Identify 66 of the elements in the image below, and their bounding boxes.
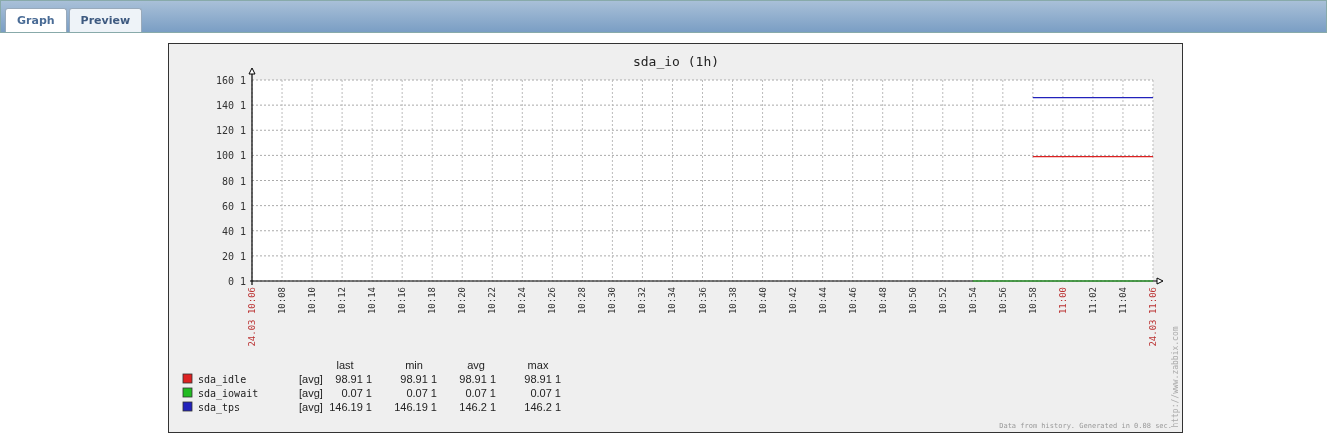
x-tick-label: 10:46 — [847, 287, 858, 315]
x-tick-label: 10:54 — [967, 287, 978, 315]
legend-name: sda_tps — [198, 402, 241, 413]
x-tick-label: 10:50 — [907, 287, 918, 315]
legend-value: 146.19 1 — [394, 401, 437, 413]
x-tick-label: 11:00 — [1057, 287, 1068, 315]
x-tick-label: 10:16 — [397, 287, 408, 315]
x-tick-label: 10:12 — [337, 287, 348, 315]
legend-value: 98.91 1 — [459, 373, 496, 385]
x-tick-label: 24.03 10:06 — [247, 287, 257, 347]
legend-header: max — [527, 359, 549, 371]
x-tick-label: 11:02 — [1087, 287, 1098, 315]
y-tick-label: 160 1 — [215, 75, 246, 86]
legend-value: 146.19 1 — [329, 401, 372, 413]
y-tick-label: 140 1 — [215, 100, 246, 112]
x-tick-label: 10:44 — [817, 287, 828, 315]
x-tick-label: 10:38 — [727, 287, 738, 315]
legend-header: last — [336, 359, 354, 371]
y-tick-label: 80 1 — [221, 175, 246, 187]
x-tick-label: 10:18 — [427, 287, 438, 315]
x-tick-label: 10:52 — [937, 287, 948, 315]
legend-value: 146.2 1 — [524, 401, 561, 413]
x-tick-label: 10:14 — [367, 287, 378, 315]
legend-function: [avg] — [299, 373, 323, 385]
tab[interactable]: Graph — [5, 8, 67, 32]
legend-value: 98.91 1 — [335, 373, 372, 385]
tab[interactable]: Preview — [68, 8, 143, 32]
x-tick-label: 10:42 — [787, 287, 798, 315]
y-tick-label: 0 1 — [227, 276, 246, 287]
x-tick-label: 10:40 — [757, 287, 768, 315]
legend-name: sda_iowait — [198, 388, 259, 399]
x-tick-label: 24.03 11:06 — [1148, 287, 1158, 347]
x-tick-label: 10:58 — [1027, 287, 1038, 315]
url-text: http://www.zabbix.com — [1171, 326, 1180, 428]
x-tick-label: 10:30 — [607, 287, 618, 315]
x-tick-label: 11:04 — [1117, 287, 1128, 315]
legend-value: 98.91 1 — [400, 373, 437, 385]
legend-name: sda_idle — [198, 374, 247, 385]
legend-value: 98.91 1 — [524, 373, 561, 385]
y-tick-label: 100 1 — [215, 150, 246, 162]
x-tick-label: 10:56 — [997, 287, 1008, 315]
legend-value: 0.07 1 — [341, 387, 372, 399]
legend-value: 146.2 1 — [459, 401, 496, 413]
y-tick-label: 20 1 — [221, 250, 246, 262]
legend-value: 0.07 1 — [530, 387, 561, 399]
x-tick-label: 10:10 — [307, 287, 318, 315]
x-tick-label: 10:48 — [877, 287, 888, 315]
x-tick-label: 10:36 — [697, 287, 708, 315]
x-tick-label: 10:34 — [667, 287, 678, 315]
x-tick-label: 10:24 — [517, 287, 528, 315]
legend-function: [avg] — [299, 401, 323, 413]
legend-header: avg — [467, 359, 485, 371]
y-tick-label: 60 1 — [221, 200, 246, 212]
x-tick-label: 10:22 — [487, 287, 498, 315]
x-tick-label: 10:26 — [547, 287, 558, 315]
x-tick-label: 10:32 — [637, 287, 648, 315]
x-tick-label: 10:20 — [457, 287, 468, 315]
legend-value: 0.07 1 — [465, 387, 496, 399]
legend-function: [avg] — [299, 387, 323, 399]
x-tick-label: 10:08 — [277, 287, 288, 315]
legend-value: 0.07 1 — [406, 387, 437, 399]
y-tick-label: 40 1 — [221, 225, 246, 237]
legend-header: min — [405, 359, 423, 371]
chart-title: sda_io (1h) — [632, 54, 720, 69]
y-tick-label: 120 1 — [215, 125, 246, 137]
x-tick-label: 10:28 — [577, 287, 588, 315]
